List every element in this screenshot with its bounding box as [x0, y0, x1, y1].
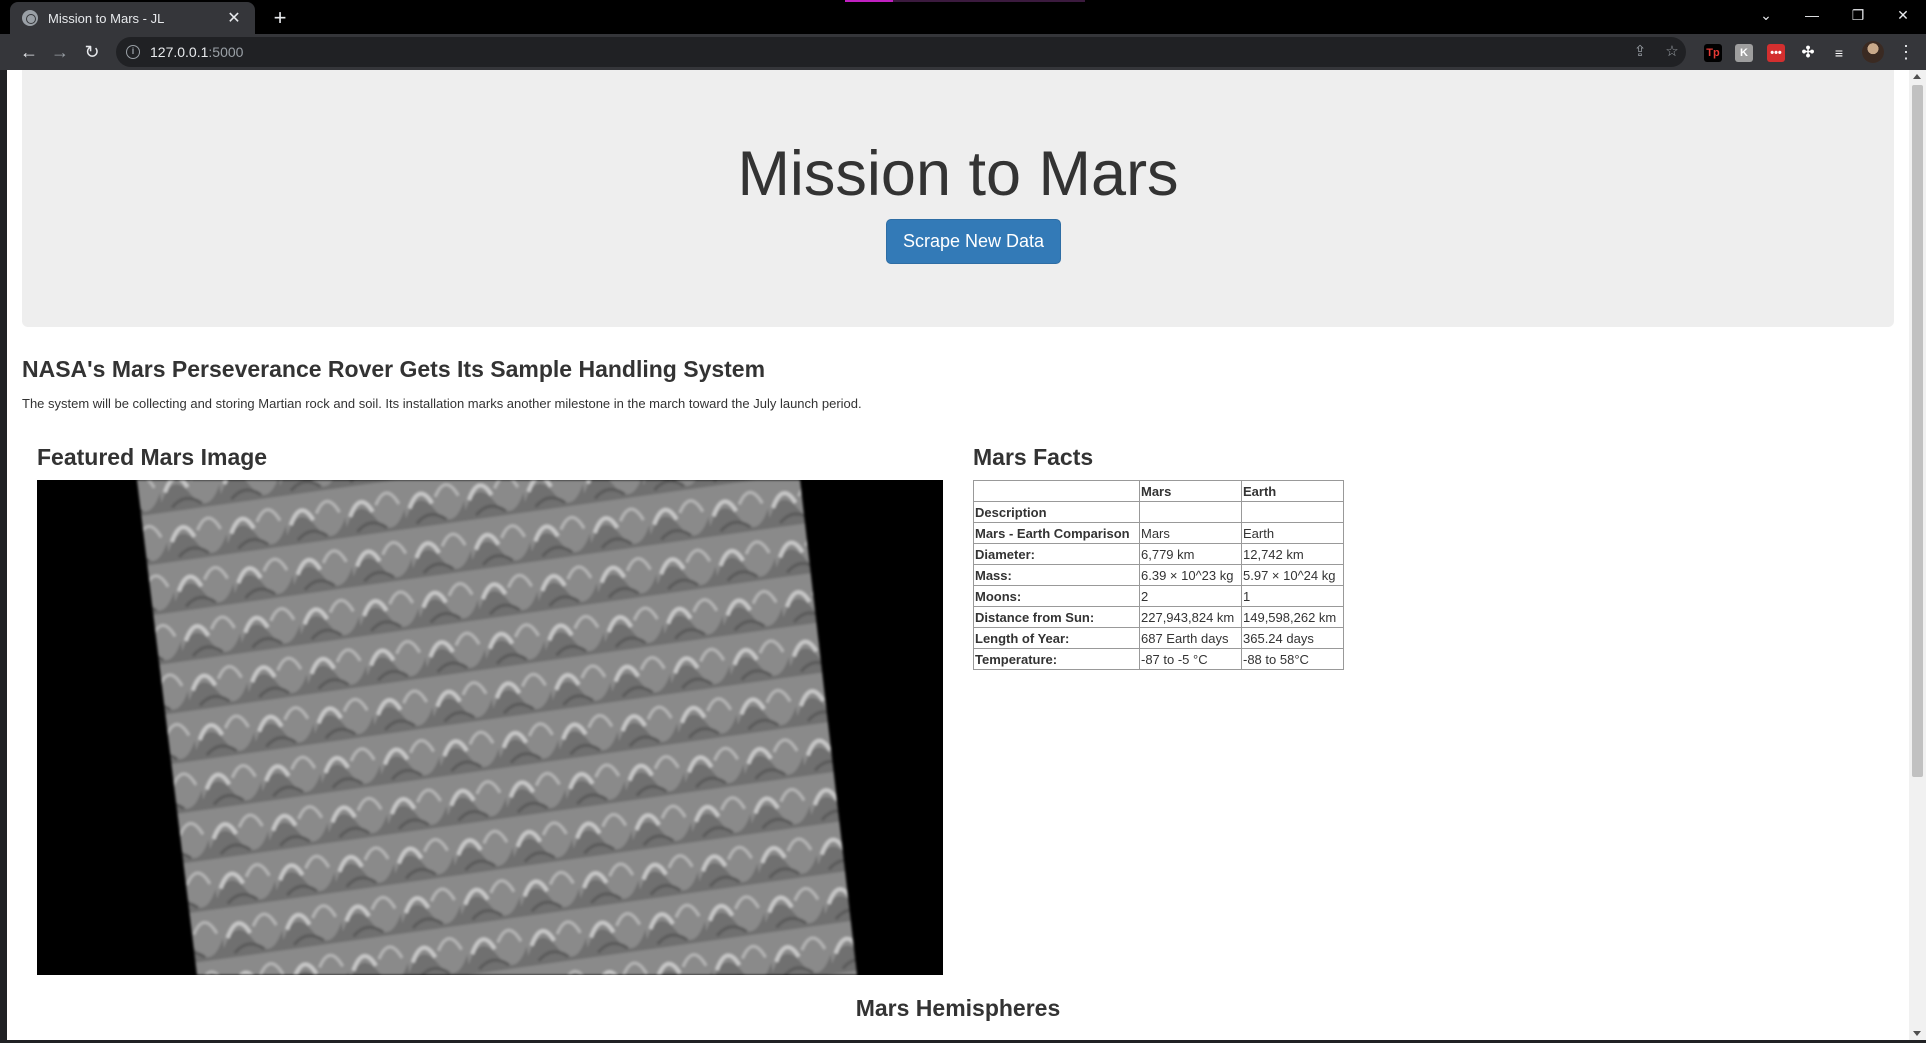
mars-value: 6.39 × 10^23 kg — [1139, 564, 1242, 586]
mars-value: -87 to -5 °C — [1139, 648, 1242, 670]
page-scrollbar[interactable] — [1909, 70, 1926, 1040]
bookmark-star-icon[interactable]: ☆ — [1662, 42, 1682, 62]
menu-icon[interactable]: ⋮ — [1896, 39, 1916, 65]
earth-value: Earth — [1241, 522, 1344, 544]
scroll-up-arrow-icon[interactable] — [1913, 74, 1921, 79]
url-text[interactable]: 127.0.0.1:5000 — [150, 44, 243, 60]
url-port: :5000 — [208, 44, 244, 60]
earth-value: 12,742 km — [1241, 543, 1344, 565]
mars-value: 2 — [1139, 585, 1242, 607]
mars-value — [1139, 501, 1242, 523]
earth-value: 1 — [1241, 585, 1344, 607]
news-title: NASA's Mars Perseverance Rover Gets Its … — [22, 356, 766, 382]
tab-strip: Mission to Mars - JL ✕ + ⌄ — ❐ ✕ — [0, 0, 1926, 34]
row-label: Temperature: — [973, 648, 1140, 670]
mars-facts-heading: Mars Facts — [973, 444, 1094, 470]
earth-value: -88 to 58°C — [1241, 648, 1344, 670]
new-tab-button[interactable]: + — [266, 4, 294, 32]
table-row: Temperature: -87 to -5 °C -88 to 58°C — [973, 648, 1344, 670]
row-label: Moons: — [973, 585, 1140, 607]
tab-search-icon[interactable]: ⌄ — [1743, 0, 1789, 30]
mars-value: 687 Earth days — [1139, 627, 1242, 649]
scrollbar-thumb[interactable] — [1912, 85, 1923, 777]
featured-image-heading: Featured Mars Image — [37, 444, 268, 470]
jumbotron: Mission to Mars Scrape New Data — [22, 70, 1894, 327]
close-window-button[interactable]: ✕ — [1880, 0, 1926, 30]
row-label: Diameter: — [973, 543, 1140, 565]
extension-red-icon[interactable]: ••• — [1767, 44, 1785, 62]
back-icon[interactable]: ← — [16, 39, 42, 65]
scrape-new-data-button[interactable]: Scrape New Data — [886, 219, 1061, 264]
table-row: Distance from Sun: 227,943,824 km 149,598,… — [973, 606, 1344, 628]
page-title: Mission to Mars — [737, 139, 1179, 209]
close-tab-icon[interactable]: ✕ — [225, 8, 243, 28]
table-row: Mass: 6.39 × 10^23 kg 5.97 × 10^24 kg — [973, 564, 1344, 586]
earth-value: 149,598,262 km — [1241, 606, 1344, 628]
tab-title: Mission to Mars - JL — [48, 10, 165, 26]
mars-value: 6,779 km — [1139, 543, 1242, 565]
browser-tab[interactable]: Mission to Mars - JL ✕ — [10, 2, 255, 34]
earth-value: 365.24 days — [1241, 627, 1344, 649]
extension-k-icon[interactable]: K — [1735, 44, 1753, 62]
row-label: Description — [973, 501, 1140, 523]
row-label: Distance from Sun: — [973, 606, 1140, 628]
mars-dunes-image — [137, 480, 857, 975]
media-indicator-bar — [845, 0, 1085, 2]
extensions-puzzle-icon[interactable]: ✣ — [1799, 44, 1817, 62]
scroll-down-arrow-icon[interactable] — [1913, 1031, 1921, 1036]
mars-facts-table: Mars Earth Description Mars - Earth Comp… — [973, 480, 1344, 670]
forward-icon[interactable]: → — [47, 39, 73, 65]
page-viewport: Mission to Mars Scrape New Data NASA's M… — [7, 70, 1909, 1040]
row-label: Mass: — [973, 564, 1140, 586]
column-header-earth: Earth — [1241, 480, 1344, 502]
table-row: Moons: 2 1 — [973, 585, 1344, 607]
earth-value: 5.97 × 10^24 kg — [1241, 564, 1344, 586]
hemispheres-heading: Mars Hemispheres — [855, 995, 1061, 1021]
earth-value — [1241, 501, 1344, 523]
minimize-button[interactable]: — — [1789, 0, 1835, 30]
media-control-icon[interactable]: ≡ — [1830, 44, 1848, 62]
browser-toolbar: ← → ↻ i 127.0.0.1:5000 ⇪ ☆ Tp K ••• ✣ ≡ … — [0, 34, 1926, 70]
table-row: Mars - Earth Comparison Mars Earth — [973, 522, 1344, 544]
column-header-mars: Mars — [1139, 480, 1242, 502]
extension-tp-icon[interactable]: Tp — [1704, 44, 1722, 62]
url-host: 127.0.0.1 — [150, 44, 209, 60]
column-header-blank — [973, 480, 1140, 502]
table-row: Length of Year: 687 Earth days 365.24 days — [973, 627, 1344, 649]
row-label: Length of Year: — [973, 627, 1140, 649]
site-info-icon[interactable]: i — [126, 45, 140, 59]
mars-value: Mars — [1139, 522, 1242, 544]
news-paragraph: The system will be collecting and storin… — [22, 396, 862, 411]
row-label: Mars - Earth Comparison — [973, 522, 1140, 544]
table-row: Description — [973, 501, 1344, 523]
reload-icon[interactable]: ↻ — [79, 39, 105, 65]
share-icon[interactable]: ⇪ — [1630, 42, 1650, 62]
restore-button[interactable]: ❐ — [1835, 0, 1881, 30]
globe-icon — [22, 10, 38, 26]
featured-mars-image — [37, 480, 943, 975]
profile-avatar[interactable] — [1862, 41, 1884, 63]
table-header-row: Mars Earth — [973, 480, 1344, 502]
address-bar[interactable]: i 127.0.0.1:5000 ⇪ ☆ — [116, 37, 1686, 67]
table-row: Diameter: 6,779 km 12,742 km — [973, 543, 1344, 565]
mars-value: 227,943,824 km — [1139, 606, 1242, 628]
